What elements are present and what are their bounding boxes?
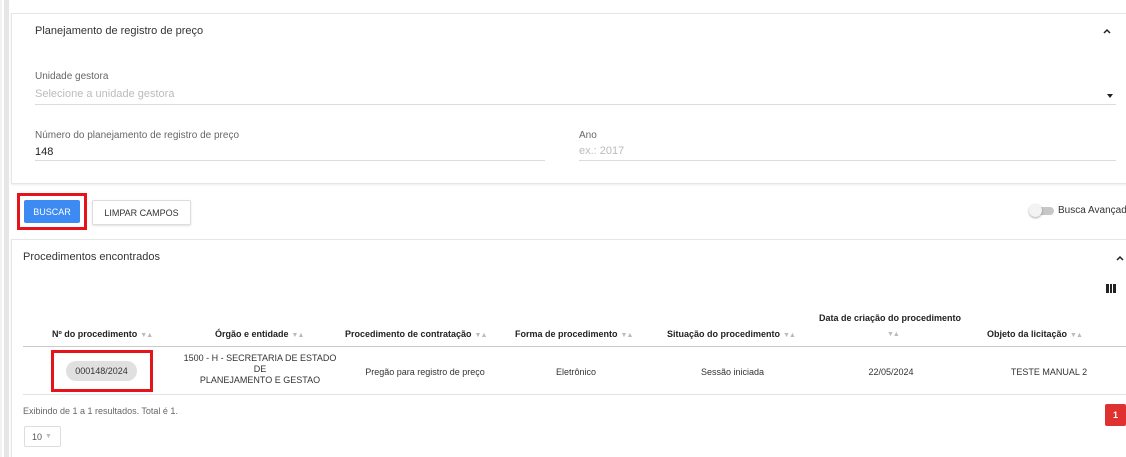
results-panel	[11, 239, 1126, 457]
table-cell-objeto: TESTE MANUAL 2	[1010, 367, 1088, 377]
column-header-orgao[interactable]: Órgão e entidade ▼▲	[215, 329, 305, 339]
column-header-objeto[interactable]: Objeto da licitação ▼▲	[987, 329, 1083, 339]
table-cell-orgao: 1500 - H - SECRETARIA DE ESTADO DE PLANE…	[183, 353, 337, 385]
sort-icon[interactable]: ▼▲	[475, 332, 488, 339]
columns-icon[interactable]	[1106, 284, 1117, 293]
column-header-numero[interactable]: Nº do procedimento ▼▲	[52, 329, 153, 339]
column-header-forma[interactable]: Forma de procedimento ▼▲	[515, 329, 634, 339]
results-panel-title: Procedimentos encontrados	[23, 251, 160, 263]
chevron-up-icon[interactable]	[1101, 25, 1113, 37]
table-row-divider	[23, 394, 1126, 395]
ano-input[interactable]	[579, 145, 1079, 157]
pagination-page-button[interactable]: 1	[1105, 404, 1126, 426]
chevron-up-icon[interactable]	[1114, 252, 1126, 264]
busca-avancada-toggle-knob[interactable]	[1029, 204, 1042, 217]
table-header-divider	[23, 346, 1126, 347]
unidade-gestora-underline	[35, 104, 1116, 105]
sort-icon[interactable]: ▼▲	[621, 332, 634, 339]
unidade-gestora-label: Unidade gestora	[35, 71, 109, 82]
ano-label: Ano	[579, 130, 597, 141]
unidade-gestora-select[interactable]	[35, 88, 1095, 100]
table-cell-forma: Eletrônico	[555, 367, 597, 377]
page-size-select[interactable]: 10 ▼	[24, 426, 61, 447]
dropdown-caret-icon[interactable]	[1107, 94, 1113, 98]
highlight-box-procedimento	[51, 350, 153, 392]
sort-icon[interactable]: ▼▲	[887, 331, 900, 338]
dropdown-caret-icon: ▼	[45, 433, 52, 440]
sort-icon[interactable]: ▼▲	[1070, 332, 1083, 339]
column-header-situacao[interactable]: Situação do procedimento ▼▲	[667, 329, 796, 339]
limpar-campos-button[interactable]: LIMPAR CAMPOS	[92, 200, 191, 225]
numero-planejamento-underline	[35, 160, 545, 161]
search-panel-title: Planejamento de registro de preço	[35, 25, 204, 37]
column-header-data[interactable]: Data de criação do procedimento	[819, 313, 961, 323]
sort-icon[interactable]: ▼▲	[140, 332, 153, 339]
table-cell-situacao: Sessão iniciada	[700, 367, 765, 377]
sort-icon[interactable]: ▼▲	[292, 332, 305, 339]
column-header-procedimento[interactable]: Procedimento de contratação ▼▲	[345, 329, 488, 339]
table-cell-procedimento: Pregão para registro de preço	[365, 367, 485, 377]
highlight-box-buscar	[17, 193, 87, 230]
table-cell-data: 22/05/2024	[868, 367, 914, 377]
numero-planejamento-input[interactable]	[35, 146, 535, 158]
sidebar-edge	[4, 0, 9, 457]
results-summary: Exibindo de 1 a 1 resultados. Total é 1.	[23, 406, 178, 416]
numero-planejamento-label: Número do planejamento de registro de pr…	[35, 130, 240, 141]
ano-underline	[579, 160, 1116, 161]
busca-avancada-label: Busca Avançada	[1058, 205, 1126, 216]
page-edge	[0, 0, 2, 457]
sort-icon[interactable]: ▼▲	[783, 332, 796, 339]
